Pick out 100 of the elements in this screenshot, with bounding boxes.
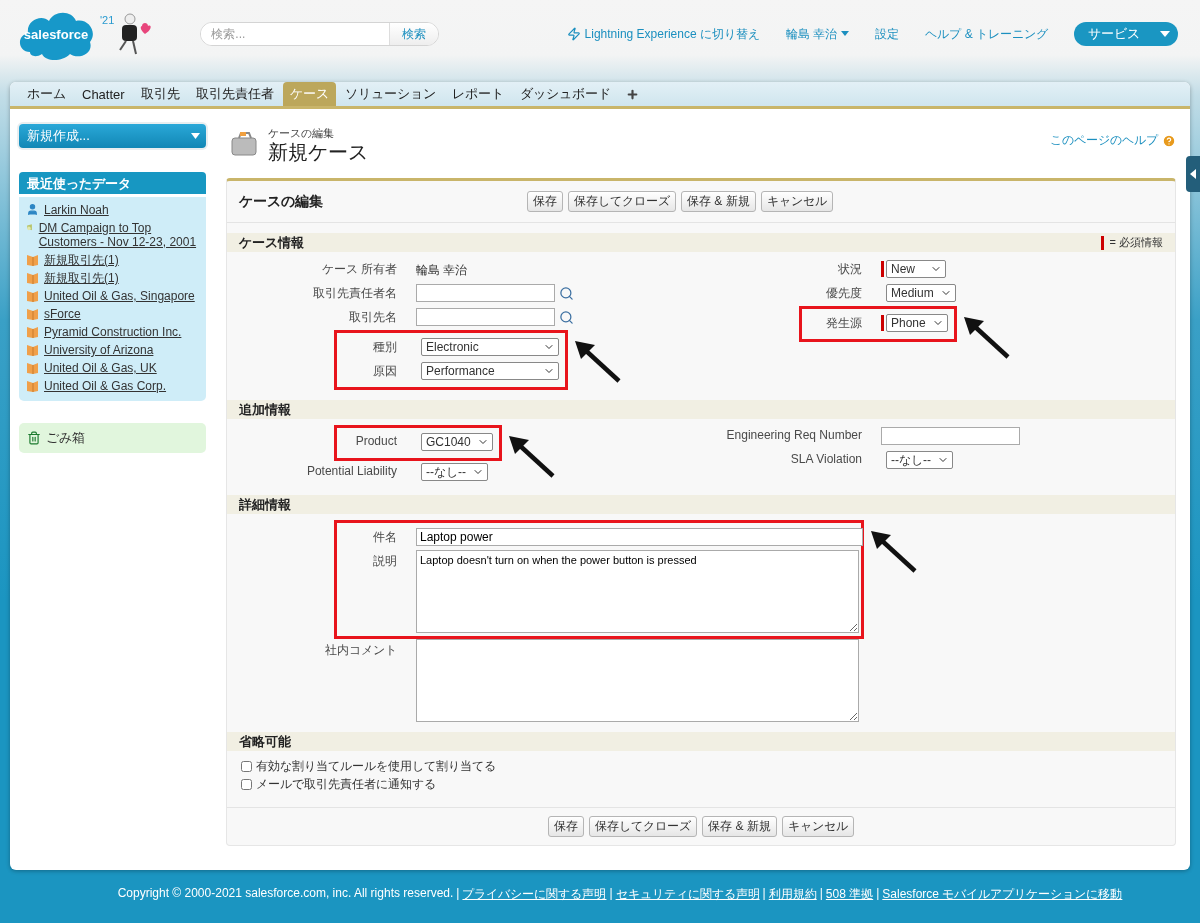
checkbox[interactable]	[241, 778, 252, 790]
plus-icon	[625, 87, 639, 101]
dropdown[interactable]: GC1040	[421, 433, 493, 451]
help-link[interactable]: このページのヘルプ	[1050, 132, 1176, 149]
help-icon	[1162, 133, 1176, 148]
recent-item-link[interactable]: University of Arizona	[44, 343, 154, 357]
recent-item-link[interactable]: Pyramid Construction Inc.	[44, 325, 182, 339]
form-button[interactable]: 保存	[548, 816, 585, 837]
field-label: 取引先名	[348, 309, 398, 326]
field-label: 取引先責任者名	[312, 285, 398, 302]
year-label: '21	[100, 14, 115, 26]
section-title: 詳細情報	[239, 495, 291, 514]
section-title: 追加情報	[239, 400, 291, 419]
separator: |	[762, 886, 766, 902]
form-button[interactable]: 保存 & 新規	[702, 816, 777, 837]
field-label: Product	[354, 433, 398, 448]
recent-item-link[interactable]: sForce	[44, 307, 81, 321]
nav-tab[interactable]: ソリューション	[337, 82, 443, 106]
field-label: Potential Liability	[305, 463, 398, 478]
section-title: 省略可能	[239, 732, 291, 751]
recent-item-link[interactable]: United Oil & Gas Corp.	[44, 379, 167, 393]
user-menu[interactable]: 輪島 幸治	[786, 25, 850, 43]
sidebar-toggle[interactable]	[1186, 156, 1200, 192]
recent-item-link[interactable]: United Oil & Gas, UK	[44, 361, 157, 375]
panel-title: ケースの編集	[239, 192, 324, 211]
setup-link[interactable]: 設定	[875, 25, 900, 43]
dropdown[interactable]: Medium	[886, 284, 956, 302]
caret-icon	[191, 133, 200, 139]
annotation-arrow	[573, 339, 623, 385]
triangle-icon	[1190, 169, 1196, 179]
page-title: 新規ケース	[268, 140, 368, 163]
form-button[interactable]: 保存	[527, 191, 563, 212]
text-area[interactable]	[416, 639, 859, 722]
field-label: 発生源	[825, 315, 863, 332]
form-button[interactable]: 保存 & 新規	[681, 191, 756, 212]
separator: |	[876, 886, 880, 902]
separator: |	[819, 886, 823, 902]
person-icon	[26, 203, 39, 216]
nav-tab[interactable]: 取引先	[133, 82, 187, 106]
dropdown[interactable]: --なし--	[886, 451, 953, 469]
nav-tab[interactable]: 取引先責任者	[188, 82, 281, 106]
separator: |	[609, 886, 613, 902]
annotation-arrow	[869, 529, 919, 575]
caret-icon	[1160, 31, 1170, 37]
form-button[interactable]: 保存してクローズ	[568, 191, 676, 212]
dropdown[interactable]: --なし--	[421, 463, 488, 481]
lookup-icon[interactable]	[559, 285, 574, 301]
recent-item-link[interactable]: United Oil & Gas, Singapore	[44, 289, 195, 303]
nav-tab[interactable]: ホーム	[20, 82, 73, 106]
nav-tab[interactable]: Chatter	[75, 82, 132, 106]
search-button[interactable]: 検索	[389, 23, 439, 45]
field-label: 種別	[372, 339, 398, 356]
help-link[interactable]: ヘルプ & トレーニング	[925, 25, 1048, 43]
form-button[interactable]: 保存してクローズ	[589, 816, 698, 837]
trash-icon	[27, 431, 41, 445]
required-legend: = 必須情報	[1100, 235, 1163, 250]
dropdown[interactable]: Phone	[886, 314, 948, 332]
field-label: 説明	[372, 553, 398, 570]
recent-item-link[interactable]: DM Campaign to Top Customers - Nov 12-23, 2001	[38, 221, 200, 249]
annotation-arrow	[506, 434, 557, 480]
field-value: 輪島 幸治	[416, 261, 468, 279]
recent-item-link[interactable]: 新規取引先(1)	[44, 253, 119, 267]
dropdown[interactable]: Electronic	[421, 338, 559, 356]
field-label: 社内コメント	[324, 642, 398, 659]
recycle-bin[interactable]: ごみ箱	[19, 423, 206, 453]
form-button[interactable]: キャンセル	[760, 191, 833, 212]
input-field[interactable]: Laptop power	[416, 528, 863, 546]
field-label: 件名	[372, 529, 398, 546]
checkbox-option[interactable]: メールで取引先責任者に通知する	[227, 775, 827, 793]
input-field[interactable]	[416, 308, 555, 326]
recent-item-link[interactable]: 新規取引先(1)	[44, 271, 119, 285]
briefcase-icon	[230, 130, 260, 158]
field-label: 状況	[837, 261, 863, 278]
copyright-text: Copyright © 2000-2021 salesforce.com, inc. All rights reserved.	[117, 886, 454, 902]
checkbox[interactable]	[241, 760, 252, 772]
field-label: SLA Violation	[789, 451, 863, 466]
field-label: 優先度	[825, 285, 863, 302]
page-subtitle: ケースの編集	[268, 125, 335, 141]
caret-icon	[841, 31, 850, 37]
lightning-icon	[566, 27, 581, 41]
recycle-bin-label[interactable]: ごみ箱	[46, 429, 85, 447]
dropdown[interactable]: Performance	[421, 362, 559, 380]
section-title: ケース情報	[239, 233, 304, 252]
checkbox-option[interactable]: 有効な割り当てルールを使用して割り当てる	[227, 757, 827, 775]
nav-tab[interactable]: ダッシュボード	[512, 82, 618, 106]
recent-items-header: 最近使ったデータ	[19, 172, 206, 194]
search-bar[interactable]: 検索... 検索	[200, 22, 440, 46]
separator: |	[456, 886, 460, 902]
dropdown[interactable]: New	[886, 260, 946, 278]
lookup-icon[interactable]	[559, 309, 574, 325]
recent-item-link[interactable]: Larkin Noah	[44, 203, 109, 217]
input-field[interactable]	[881, 427, 1020, 445]
field-label: ケース 所有者	[320, 261, 398, 278]
field-label: Engineering Req Number	[725, 427, 863, 442]
field-label: 原因	[372, 363, 398, 380]
form-button[interactable]: キャンセル	[781, 816, 854, 837]
annotation-arrow	[961, 315, 1012, 361]
text-area[interactable]: Laptop doesn't turn on when the power button is pressed	[416, 550, 859, 633]
nav-tab[interactable]: レポート	[444, 82, 511, 106]
input-field[interactable]	[416, 284, 555, 302]
